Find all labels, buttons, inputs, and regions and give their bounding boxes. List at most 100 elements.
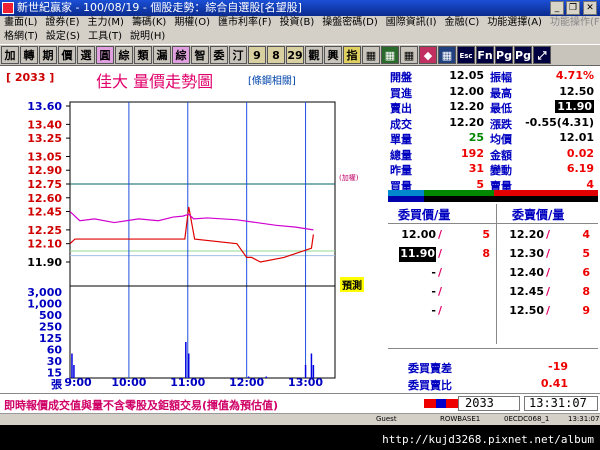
color-swatch-red-2 [446,399,458,408]
menu-item[interactable]: 畫面(L) [0,16,41,30]
minimize-button[interactable]: _ [550,1,564,15]
menu-item[interactable]: 期權(O) [170,16,214,30]
toolbar-button[interactable]: 選 [77,46,95,64]
ask-qty: 9 [582,304,590,317]
toolbar-button[interactable]: 8 [267,46,285,64]
toolbar-button[interactable]: 委 [210,46,228,64]
status-clock: 13:31:07 [568,415,600,423]
toolbar-button[interactable]: 綜 [172,46,190,64]
quote-label: 振幅 [490,71,512,84]
time-tick-label: 11:00 [170,376,205,389]
toolbar-button[interactable]: 圓 [96,46,114,64]
quote-value: 12.50 [559,84,594,98]
bid-header: 委買價/量 [398,208,451,222]
toolbar-button[interactable]: 興 [324,46,342,64]
ask-price[interactable]: 12.45 [509,285,544,300]
toolbar-button[interactable]: 價 [58,46,76,64]
price-tick-label: 12.25 [27,224,62,237]
toolbar-button[interactable]: 加 [1,46,19,64]
bid-separator: / [438,285,443,298]
industry-tag[interactable]: [條鋼相關] [248,72,296,87]
menu-item[interactable]: 工具(T) [84,30,126,44]
stock-code-input[interactable]: 2033 [458,396,520,411]
quote-row: 總量 192 金額 0.02 [386,147,600,162]
ask-header: 委賣價/量 [512,208,565,222]
toolbar-button[interactable]: 期 [39,46,57,64]
quote-value: 25 [468,131,484,144]
menu-item[interactable]: 格網(T) [0,30,42,44]
menu-item[interactable]: 投資(B) [276,16,319,30]
quote-label: 總量 [390,148,412,162]
ask-price[interactable]: 12.50 [509,304,544,319]
price-tick-label: 12.45 [27,206,62,219]
price-tick-label: 12.60 [27,192,62,205]
menu-item[interactable]: 操盤密碼(D) [318,16,382,30]
forecast-badge[interactable]: 預測 [340,277,364,292]
ask-price[interactable]: 12.30 [509,247,544,262]
toolbar-button[interactable]: ▦ [362,46,380,64]
stock-code: [ 2033 ] [6,71,55,84]
status-user: Guest [376,415,397,423]
quote-value: 6.19 [566,162,594,175]
bid-price[interactable]: 11.90 [399,247,436,262]
menu-item[interactable]: 功能選擇(A) [483,16,546,30]
toolbar-button[interactable]: 汀 [229,46,247,64]
bid-price[interactable]: - [431,285,436,300]
toolbar-button[interactable]: 轉 [20,46,38,64]
toolbar-button[interactable]: 智 [191,46,209,64]
toolbar-button[interactable]: 29 [286,46,304,64]
price-tick-label: 13.25 [27,132,62,145]
quote-row: 開盤 12.05 振幅 4.71% [386,69,600,84]
toolbar-button[interactable]: ⤢ [533,46,551,64]
menu-item[interactable]: 功能操作(F) [546,16,600,30]
ask-price[interactable]: 12.40 [509,266,544,281]
menu-item[interactable]: 匯市利率(F) [214,16,276,30]
toolbar-button[interactable]: Esc [457,46,475,64]
toolbar-button[interactable]: 觀 [305,46,323,64]
toolbar-button[interactable]: 漏 [153,46,171,64]
toolbar-button[interactable]: ▦ [400,46,418,64]
quote-label: 均價 [490,133,512,146]
toolbar-button[interactable]: 綜 [115,46,133,64]
ask-qty: 4 [582,228,590,241]
toolbar-button[interactable]: Pg [495,46,513,64]
toolbar-button[interactable]: ▦ [438,46,456,64]
reference-label: (加權) [339,173,359,182]
toolbar-button[interactable]: 類 [134,46,152,64]
toolbar-button[interactable]: Fn [476,46,494,64]
menu-bar-main: 畫面(L) 證券(E) 主力(M) 籌碼(K) 期權(O) 匯市利率(F) 投資(B) 操盤密… [0,16,600,30]
restore-button[interactable]: ❐ [566,1,580,15]
price-volume-chart: 13.60 13.4013.25 13.0512.9012.7512.6012.45… [27,100,359,391]
toolbar-button[interactable]: ◆ [419,46,437,64]
toolbar-button[interactable]: Pg [514,46,532,64]
status-base: ROWBASE1 [440,415,481,423]
price-tick-label: 13.60 [27,100,62,113]
quote-value: 12.00 [449,84,484,98]
toolbar-button[interactable]: 指 [343,46,361,64]
bid-price[interactable]: - [431,304,436,319]
menu-bar-secondary: 格網(T) 設定(S) 工具(T) 說明(H) [0,30,600,44]
menu-item[interactable]: 主力(M) [84,16,128,30]
quote-row: 昨量 31 變動 6.19 [386,162,600,177]
toolbar-button[interactable]: 9 [248,46,266,64]
footer-notice: 即時報價成交值與量不含零股及鉅額交易(揮值為預估值) [4,399,279,412]
title-bar: 新世紀贏家 - 100/08/19 - 個股走勢：綜合自選股[名望股] _ ❐ … [0,0,600,16]
close-button[interactable]: ✕ [583,1,597,15]
menu-item[interactable]: 籌碼(K) [128,16,170,30]
menu-item[interactable]: 金融(C) [441,16,484,30]
bid-price[interactable]: - [431,266,436,281]
color-swatch-red [424,399,436,408]
ask-qty: 8 [582,285,590,298]
quote-row: 買進 12.00 最高 12.50 [386,85,600,100]
menu-item[interactable]: 說明(H) [126,30,169,44]
bid-price[interactable]: 12.00 [401,228,436,243]
quote-value: 192 [461,146,484,160]
clock-display: 13:31:07 [524,396,598,411]
menu-item[interactable]: 證券(E) [41,16,83,30]
ask-price[interactable]: 12.20 [509,228,544,243]
quote-value: 11.90 [555,100,594,113]
toolbar-button[interactable]: ▦ [381,46,399,64]
menu-item[interactable]: 設定(S) [42,30,84,44]
quote-label: 最低 [490,102,512,115]
menu-item[interactable]: 國際資訊(I) [382,16,441,30]
